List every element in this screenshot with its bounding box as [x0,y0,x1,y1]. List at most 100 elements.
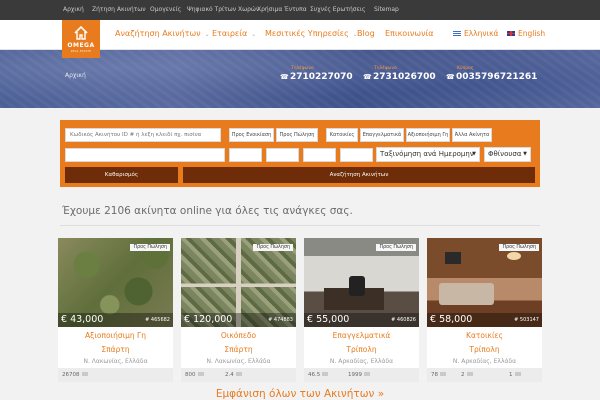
property-region: Ν. Λακωνίας, Ελλάδα [83,358,148,365]
property-card-3[interactable]: Προς Πώληση € 55,000 # 460826 Επαγγελματ… [304,238,419,382]
area-stat: 800 [185,368,204,382]
location-select[interactable] [65,148,225,162]
bed-icon [466,372,473,376]
property-price: € 58,000 [430,314,473,325]
property-region: Ν. Αρκαδίας, Ελλάδα [452,358,517,365]
order-select[interactable]: Φθίνουσα ▼ [484,147,531,162]
nav-contact[interactable]: Επικοινωνία [385,20,434,48]
property-type-link[interactable]: Αξιοποιήσιμη Γη [58,331,173,340]
topbar-link-forms[interactable]: Χρήσιμα Έντυπα [257,0,307,20]
property-city[interactable]: Σπάρτη [58,345,173,354]
property-region: Ν. Αρκαδίας, Ελλάδα [329,358,394,365]
status-badge: Προς Πώληση [130,244,170,251]
area-icon [197,372,204,376]
phone-contact-2[interactable]: Τηλέφωνο ☎2731026700 [363,66,436,83]
property-card-1[interactable]: Προς Πώληση € 43,000 # 465682 Αξιοποιήσι… [58,238,173,382]
for-sale-button[interactable]: Προς Πώληση [276,128,318,142]
search-submit-button[interactable]: Αναζήτηση Ακινήτων [183,167,535,183]
chevron-down-icon: ▼ [472,151,476,157]
topbar-link-sitemap[interactable]: Sitemap [374,0,399,20]
lang-english[interactable]: English [507,20,545,48]
property-price: € 55,000 [307,314,350,325]
uk-flag-icon [507,31,515,36]
nav-brokerage-services[interactable]: Μεσιτικές Υπηρεσίες ⌄ [265,20,358,49]
chevron-down-icon: ▼ [523,151,527,157]
bathrooms-stat: 1 [509,368,521,382]
top-bar: Αρχική Ζήτηση Ακινήτων Ομογενείς Ψηφιακό… [0,0,600,20]
nav-search-properties[interactable]: Αναζήτηση Ακινήτων ⌄ [115,20,210,49]
property-card-2[interactable]: Προς Πώληση € 120,000 # 474883 Οικόπεδο … [181,238,296,382]
area-stat: 26708 [62,368,88,382]
area-stat: 46.5 [308,368,329,382]
category-commercial-button[interactable]: Επαγγελματικά [360,128,404,142]
coverage-stat: 2.4 [225,368,242,382]
property-stats: 46.5 1999 [304,368,419,382]
property-stats: 78 2 1 [427,368,542,382]
nav-company[interactable]: Εταιρεία ⌄ [212,20,256,49]
topbar-link-third-countries[interactable]: Ψηφιακό Τρίτων Χωρών [187,0,259,20]
area-icon [440,372,446,376]
property-stats: 26708 [58,368,173,382]
status-badge: Προς Πώληση [253,244,293,251]
area-stat: 78 [431,368,446,382]
property-code: # 503147 [514,317,539,323]
phone-contact-cyprus[interactable]: Κύπρος ☎0035796721261 [446,66,537,83]
topbar-link-expatriates[interactable]: Ομογενείς [150,0,181,20]
topbar-link-faq[interactable]: Συχνές Ερωτήσεις [310,0,365,20]
year-stat: 1999 [348,368,370,382]
coverage-icon [235,372,242,376]
area-icon [81,372,88,376]
sort-select[interactable]: Ταξινόμηση ανά Ημερομην ▼ [376,147,480,162]
property-code: # 474883 [268,317,293,323]
topbar-link-home[interactable]: Αρχική [63,0,84,20]
property-city[interactable]: Τρίπολη [304,345,419,354]
listing-count-headline: Έχουμε 2106 ακίνητα online για όλες τις … [62,205,353,217]
property-type-link[interactable]: Επαγγελματικά [304,331,419,340]
phone-icon: ☎ [363,73,372,81]
category-other-button[interactable]: Άλλα Ακίνητα [452,128,492,142]
property-price: € 120,000 [184,314,233,325]
logo-subtitle: REAL ESTATE [70,49,92,53]
property-code: # 460826 [391,317,416,323]
lang-greek[interactable]: Ελληνικά [453,20,498,48]
search-panel: Προς Ενοικίαση Προς Πώληση Κατοικίες Επα… [60,120,540,187]
breadcrumb[interactable]: Αρχική [65,72,86,79]
property-type-link[interactable]: Οικόπεδο [181,331,296,340]
house-icon [74,26,88,40]
property-code: # 465682 [145,317,170,323]
divider [60,225,540,226]
keyword-search-input[interactable] [65,128,221,142]
topbar-link-demand[interactable]: Ζήτηση Ακινήτων [92,0,146,20]
status-badge: Προς Πώληση [376,244,416,251]
phone-contact-1[interactable]: Τηλέφωνο ☎2710227070 [280,66,353,83]
bath-icon [514,372,521,376]
chevron-down-icon: ⌄ [204,31,210,38]
bedrooms-stat: 2 [461,368,473,382]
phone-icon: ☎ [446,73,455,81]
show-all-properties-link[interactable]: Εμφάνιση όλων των Ακινήτων » [0,388,600,400]
property-stats: 800 2.4 [181,368,296,382]
clear-button[interactable]: Καθαρισμός [65,167,178,183]
property-region: Ν. Λακωνίας, Ελλάδα [206,358,271,365]
property-city[interactable]: Σπάρτη [181,345,296,354]
phone-icon: ☎ [280,73,289,81]
property-type-link[interactable]: Κατοικίες [427,331,542,340]
max-price-input[interactable] [266,148,299,162]
min-area-input[interactable] [303,148,336,162]
min-price-input[interactable] [229,148,262,162]
greek-flag-icon [453,31,461,36]
logo-name: OMEGA [67,42,95,49]
chevron-down-icon: ⌄ [251,31,257,38]
property-card-4[interactable]: Προς Πώληση € 58,000 # 503147 Κατοικίες … [427,238,542,382]
max-area-input[interactable] [340,148,373,162]
property-city[interactable]: Τρίπολη [427,345,542,354]
category-residential-button[interactable]: Κατοικίες [326,128,358,142]
status-badge: Προς Πώληση [499,244,539,251]
for-rent-button[interactable]: Προς Ενοικίαση [229,128,274,142]
logo[interactable]: OMEGA REAL ESTATE [62,20,100,58]
nav-blog[interactable]: Blog [357,20,375,48]
category-land-button[interactable]: Αξιοποιήσιμη Γη [406,128,450,142]
area-icon [322,372,329,376]
calendar-icon [364,372,370,376]
property-price: € 43,000 [61,314,104,325]
